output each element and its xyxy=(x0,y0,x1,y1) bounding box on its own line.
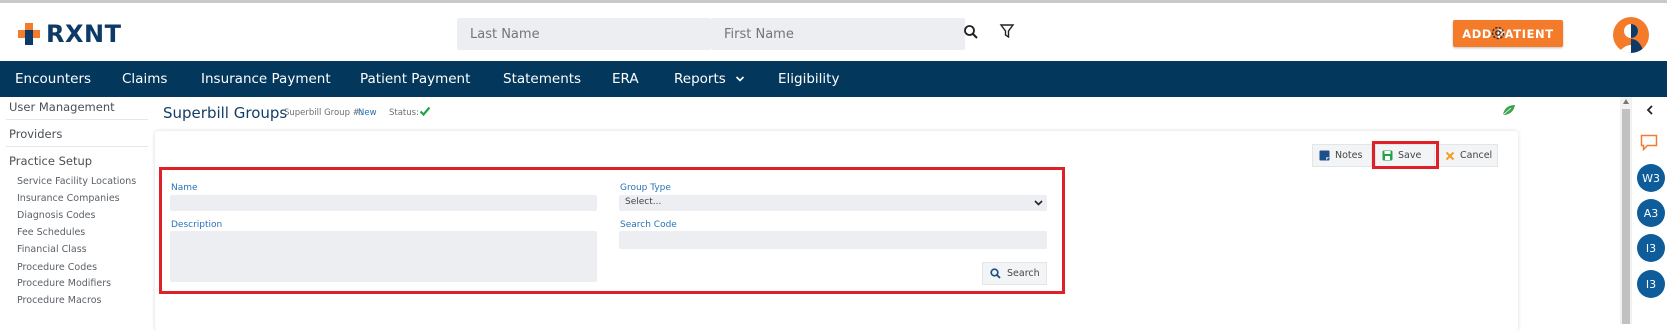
divider xyxy=(6,119,148,120)
nav-item-statements[interactable]: Statements xyxy=(503,71,581,87)
nav-item-encounters[interactable]: Encounters xyxy=(15,71,91,87)
avatar[interactable] xyxy=(1613,17,1649,53)
logo-text: RXNT xyxy=(46,20,122,48)
close-icon xyxy=(1445,151,1455,160)
app-header: RXNT ADD PATIENT xyxy=(0,3,1667,61)
sidebar-subitem-procedure-codes[interactable]: Procedure Codes xyxy=(17,262,97,273)
search-icon[interactable] xyxy=(963,24,979,40)
form-highlight-box xyxy=(159,167,1065,294)
sidebar-item-practice-setup[interactable]: Practice Setup xyxy=(9,154,92,168)
scrollbar[interactable] xyxy=(1620,97,1632,324)
save-highlight-box xyxy=(1372,141,1439,169)
filter-icon[interactable] xyxy=(999,23,1015,40)
sidebar-subitem-fee-schedules[interactable]: Fee Schedules xyxy=(17,227,85,238)
status-check-icon xyxy=(419,106,431,117)
user-badge-a3[interactable]: A3 xyxy=(1637,199,1665,227)
notes-icon xyxy=(1319,150,1330,161)
group-number-label: Superbill Group #: xyxy=(284,108,363,118)
nav-item-eligibility[interactable]: Eligibility xyxy=(778,71,839,87)
sidebar-subitem-procedure-macros[interactable]: Procedure Macros xyxy=(17,295,101,306)
sidebar-subitem-insurance-companies[interactable]: Insurance Companies xyxy=(17,193,120,204)
sidebar-subitem-diagnosis-codes[interactable]: Diagnosis Codes xyxy=(17,210,95,221)
cancel-label: Cancel xyxy=(1460,150,1493,161)
group-number-value: New xyxy=(358,108,377,118)
nav-item-claims[interactable]: Claims xyxy=(122,71,167,87)
nav-item-era[interactable]: ERA xyxy=(612,71,639,87)
chevron-down-icon xyxy=(735,76,744,82)
user-badge-i3-second[interactable]: I3 xyxy=(1637,270,1665,298)
notes-button[interactable]: Notes xyxy=(1312,144,1372,167)
rxnt-cross-icon xyxy=(18,23,40,45)
right-rail: W3 A3 I3 I3 xyxy=(1632,97,1667,324)
sidebar-item-user-management[interactable]: User Management xyxy=(9,100,115,114)
nav-item-insurance-payment[interactable]: Insurance Payment xyxy=(201,71,331,87)
sidebar-subitem-service-facility-locations[interactable]: Service Facility Locations xyxy=(17,176,136,187)
last-name-search-input[interactable] xyxy=(457,18,711,50)
main-nav: Encounters Claims Insurance Payment Pati… xyxy=(0,61,1667,97)
user-badge-w3[interactable]: W3 xyxy=(1637,164,1665,192)
divider xyxy=(6,146,148,147)
gear-icon[interactable] xyxy=(1489,24,1507,42)
sidebar: User Management Providers Practice Setup… xyxy=(0,97,150,324)
page-title: Superbill Groups xyxy=(163,104,288,122)
chat-icon[interactable] xyxy=(1640,134,1658,151)
chevron-left-icon[interactable] xyxy=(1645,105,1655,115)
user-badge-i3[interactable]: I3 xyxy=(1637,234,1665,262)
nav-item-patient-payment[interactable]: Patient Payment xyxy=(360,71,470,87)
notes-label: Notes xyxy=(1335,150,1363,161)
scroll-up-arrow-icon[interactable] xyxy=(1623,99,1629,104)
nav-item-reports-label: Reports xyxy=(674,71,726,87)
first-name-search-input[interactable] xyxy=(711,18,965,50)
sidebar-subitem-financial-class[interactable]: Financial Class xyxy=(17,244,87,255)
user-avatar-icon xyxy=(1618,24,1644,53)
sidebar-item-providers[interactable]: Providers xyxy=(9,127,62,141)
add-patient-button[interactable]: ADD PATIENT xyxy=(1453,20,1563,47)
main-content: Superbill Groups Superbill Group #: New … xyxy=(150,97,1620,331)
logo[interactable]: RXNT xyxy=(16,20,121,48)
status-label: Status: xyxy=(389,108,419,118)
scrollbar-thumb[interactable] xyxy=(1622,109,1630,324)
leaf-icon xyxy=(1502,105,1515,116)
sidebar-subitem-procedure-modifiers[interactable]: Procedure Modifiers xyxy=(17,278,111,289)
cancel-button[interactable]: Cancel xyxy=(1438,144,1498,167)
nav-item-reports[interactable]: Reports xyxy=(674,71,745,87)
